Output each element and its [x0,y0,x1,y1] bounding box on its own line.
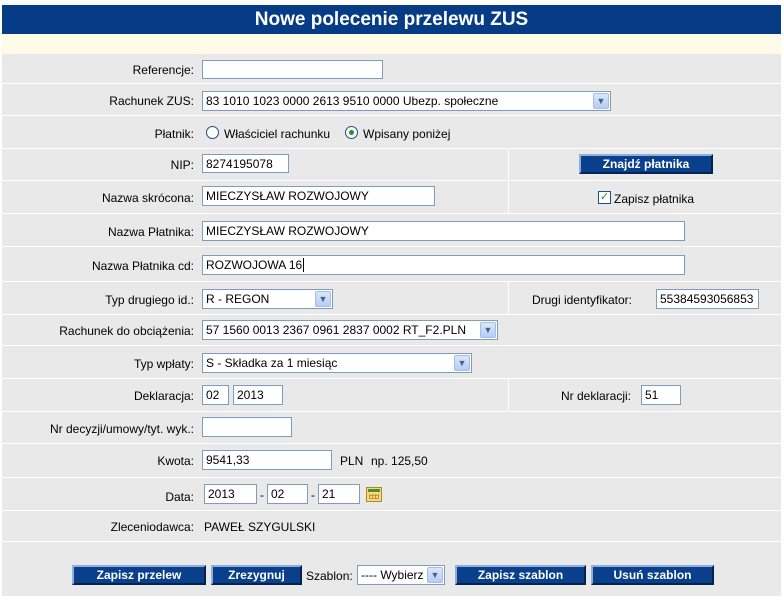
referencje-input[interactable] [202,60,383,79]
zapisz-platnika-label: Zapisz płatnika [614,192,695,206]
nr-decyzji-label: Nr decyzji/umowy/tyt. wyk.: [49,422,194,436]
zleceniodawca-value: PAWEŁ SZYGULSKI [204,520,316,534]
typ-drugiego-id-value: R - REGON [206,292,270,306]
nazwa-platnika-label: Nazwa Płatnika: [107,225,194,239]
typ-wplaty-select[interactable]: S - Składka za 1 miesiąc ▼ [202,353,472,373]
calendar-icon[interactable] [366,487,382,502]
text-cursor: ​ [303,258,305,272]
row-nr-decyzji: Nr decyzji/umowy/tyt. wyk.: [2,412,781,444]
platnik-option-wpisany: Wpisany poniżej [363,127,451,141]
nazwa-platnika-cd-value: ROZWOJOWA 16 [206,258,303,272]
data-year-input[interactable]: 2013 [204,484,257,504]
platnik-radio-wlasciciel[interactable] [206,126,219,139]
kwota-currency: PLN [340,454,364,468]
row-zleceniodawca: Zleceniodawca: PAWEŁ SZYGULSKI [2,511,781,542]
data-separator-2: - [311,488,315,502]
zapisz-szablon-button[interactable]: Zapisz szablon [455,565,586,585]
chevron-down-icon: ▼ [593,93,609,109]
zleceniodawca-label: Zleceniodawca: [110,520,194,534]
kwota-hint: np. 125,50 [371,454,428,468]
row-typ-drugiego-id: Typ drugiego id.: R - REGON ▼ Drugi iden… [2,282,781,315]
chevron-down-icon: ▼ [427,567,443,583]
zapisz-przelew-button[interactable]: Zapisz przelew [72,565,206,585]
nr-deklaracji-input[interactable]: 51 [641,385,681,405]
row-data: Data: 2013 - 02 - 21 [2,478,781,511]
row-deklaracja: Deklaracja: 02 2013 Nr deklaracji: 51 [2,379,781,412]
deklaracja-label: Deklaracja: [133,389,194,403]
rachunek-obciazenia-value: 57 1560 0013 2367 0961 2837 0002 RT_F2.P… [206,323,466,337]
row-nazwa-skrocona: Nazwa skrócona: MIECZYSŁAW ROZWOJOWY ✓ Z… [2,181,781,214]
referencje-label: Referencje: [132,63,194,77]
kwota-label: Kwota: [157,454,194,468]
chevron-down-icon: ▼ [454,355,470,371]
row-platnik: Płatnik: Właściciel rachunku Wpisany pon… [2,116,781,149]
rachunek-zus-select[interactable]: 83 1010 1023 0000 2613 9510 0000 Ubezp. … [202,91,611,111]
nazwa-platnika-input[interactable]: MIECZYSŁAW ROZWOJOWY [202,221,685,241]
szablon-value: ---- Wybierz [361,568,424,582]
typ-drugiego-id-label: Typ drugiego id.: [105,293,194,307]
rachunek-obciazenia-select[interactable]: 57 1560 0013 2367 0961 2837 0002 RT_F2.P… [202,320,498,340]
row-rachunek-obciazenia: Rachunek do obciążenia: 57 1560 0013 236… [2,315,781,346]
rachunek-zus-value: 83 1010 1023 0000 2613 9510 0000 Ubezp. … [206,94,499,108]
znajdz-platnika-button[interactable]: Znajdź płatnika [579,154,713,174]
top-band [2,34,781,54]
page-title: Nowe polecenie przelewu ZUS [2,5,781,34]
row-typ-wplaty: Typ wpłaty: S - Składka za 1 miesiąc ▼ [2,346,781,379]
nazwa-skrocona-input[interactable]: MIECZYSŁAW ROZWOJOWY [202,186,435,206]
platnik-option-wlasciciel: Właściciel rachunku [224,127,331,141]
szablon-label: Szablon: [306,569,353,583]
nr-decyzji-input[interactable] [202,417,292,437]
row-nazwa-platnika: Nazwa Płatnika: MIECZYSŁAW ROZWOJOWY [2,214,781,247]
kwota-input[interactable]: 9541,33 [202,450,332,470]
nip-label: NIP: [170,158,194,172]
row-referencje: Referencje: [2,55,781,84]
platnik-label: Płatnik: [154,127,194,141]
nazwa-platnika-cd-label: Nazwa Płatnika cd: [91,259,194,273]
nip-input[interactable]: 8274195078 [202,154,289,173]
row-kwota: Kwota: 9541,33 PLN np. 125,50 [2,444,781,478]
row-nazwa-platnika-cd: Nazwa Płatnika cd: ROZWOJOWA 16​ [2,247,781,282]
platnik-radio-wpisany[interactable] [345,126,358,139]
deklaracja-divider [508,379,509,412]
zrezygnuj-button[interactable]: Zrezygnuj [211,565,302,585]
data-label: Data: [165,490,194,504]
rachunek-obciazenia-label: Rachunek do obciążenia: [59,324,194,338]
deklaracja-year-input[interactable]: 2013 [233,385,283,405]
data-day-input[interactable]: 21 [318,484,360,504]
nazwa-platnika-cd-input[interactable]: ROZWOJOWA 16​ [202,255,685,275]
typ-wplaty-value: S - Składka za 1 miesiąc [206,356,338,370]
szablon-select[interactable]: ---- Wybierz ▼ [357,565,445,585]
nr-deklaracji-label: Nr deklaracji: [560,389,631,403]
row-rachunek-zus: Rachunek ZUS: 83 1010 1023 0000 2613 951… [2,84,781,116]
chevron-down-icon: ▼ [315,291,331,307]
nazwa-skrocona-divider [508,181,509,214]
chevron-down-icon: ▼ [480,322,496,338]
nazwa-skrocona-label: Nazwa skrócona: [101,191,194,205]
data-month-input[interactable]: 02 [267,484,308,504]
typ-drugiego-id-divider [508,282,509,315]
nip-divider [508,149,509,181]
typ-wplaty-label: Typ wpłaty: [133,357,194,371]
deklaracja-month-input[interactable]: 02 [202,385,229,405]
drugi-identyfikator-input[interactable]: 55384593056853 [656,289,759,309]
rachunek-zus-label: Rachunek ZUS: [109,94,194,108]
data-separator-1: - [260,488,264,502]
drugi-identyfikator-label: Drugi identyfikator: [531,293,632,307]
row-nip: NIP: 8274195078 Znajdź płatnika [2,149,781,181]
usun-szablon-button[interactable]: Usuń szablon [591,565,714,585]
zapisz-platnika-checkbox[interactable]: ✓ [598,191,611,204]
typ-drugiego-id-select[interactable]: R - REGON ▼ [202,289,333,309]
